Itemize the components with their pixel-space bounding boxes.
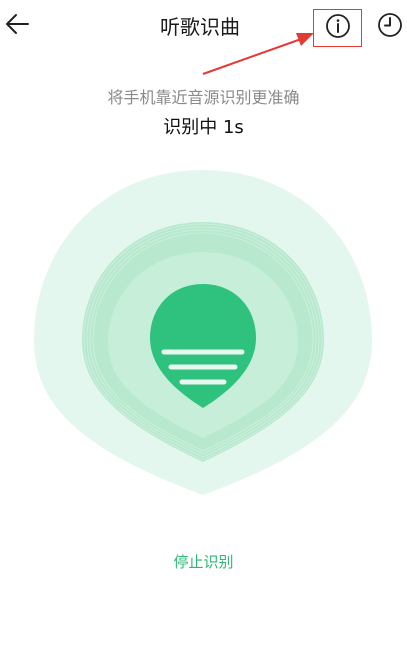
page-title: 听歌识曲 bbox=[160, 15, 240, 39]
stop-recognition-button[interactable]: 停止识别 bbox=[140, 548, 267, 576]
back-arrow-icon bbox=[4, 13, 30, 39]
info-button[interactable] bbox=[313, 9, 363, 47]
listening-animation bbox=[34, 170, 372, 495]
info-icon bbox=[325, 13, 351, 43]
song-recognition-screen: 听歌识曲 将手机靠近音源识别更准确 识别中 1s 停止识别 bbox=[0, 0, 407, 646]
history-clock-icon bbox=[377, 12, 403, 42]
hint-text: 将手机靠近音源识别更准确 bbox=[107, 88, 300, 107]
history-button[interactable] bbox=[372, 9, 407, 45]
back-button[interactable] bbox=[0, 8, 34, 44]
recognition-status: 识别中 1s bbox=[163, 117, 244, 138]
